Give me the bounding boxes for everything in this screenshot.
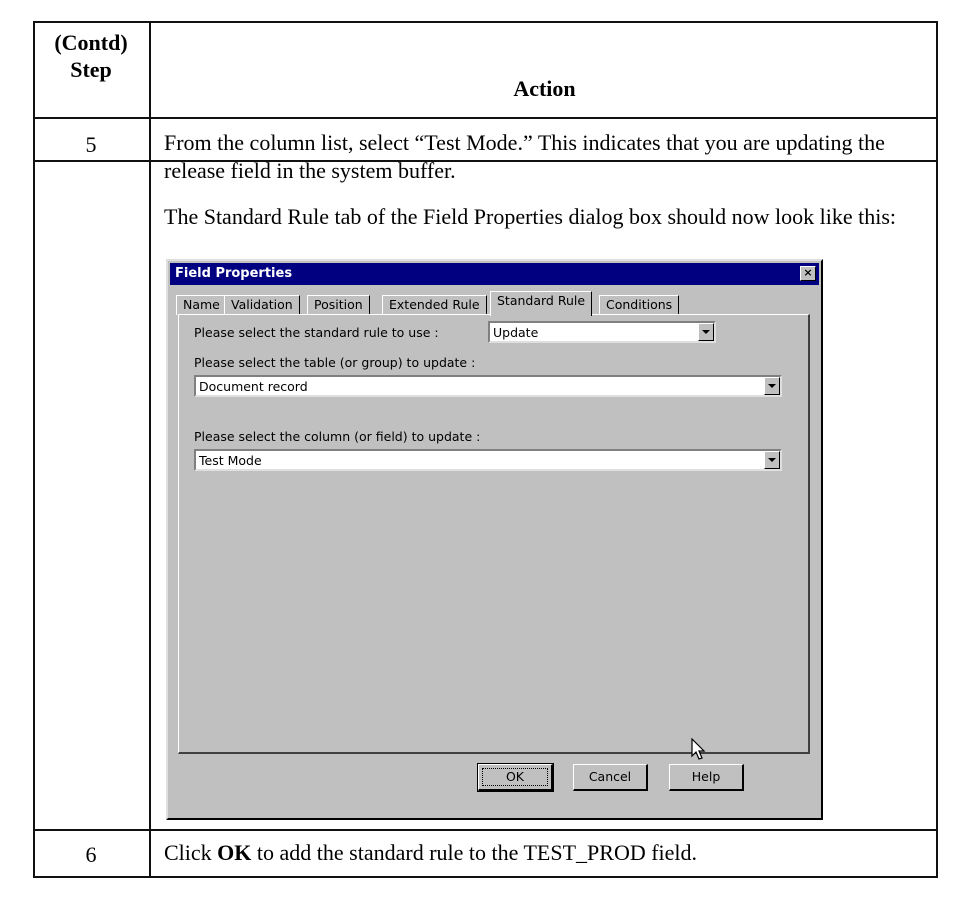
header-divider bbox=[33, 117, 938, 119]
column-select-label: Please select the column (or field) to u… bbox=[194, 429, 481, 444]
tab-name[interactable]: Name bbox=[176, 295, 227, 315]
dialog-title-bar[interactable]: Field Properties × bbox=[170, 263, 819, 285]
step-6-instruction: Click OK to add the standard rule to the… bbox=[164, 839, 924, 867]
step-header-line1: (Contd) bbox=[54, 30, 128, 55]
tab-conditions[interactable]: Conditions bbox=[599, 295, 680, 315]
rule-dropdown[interactable]: Update bbox=[488, 321, 716, 343]
step-column-header: (Contd) Step bbox=[33, 29, 149, 83]
rule-select-label: Please select the standard rule to use : bbox=[194, 325, 439, 340]
table-dropdown[interactable]: Document record bbox=[194, 375, 782, 397]
standard-rule-panel: Please select the standard rule to use :… bbox=[178, 314, 810, 754]
tab-standard-rule[interactable]: Standard Rule bbox=[490, 291, 593, 316]
tab-extended-rule[interactable]: Extended Rule bbox=[382, 295, 487, 315]
table-border-bottom bbox=[33, 876, 938, 878]
table-border-top bbox=[33, 21, 938, 23]
help-button[interactable]: Help bbox=[669, 764, 744, 791]
step-number-6: 6 bbox=[85, 842, 97, 867]
dropdown-arrow-icon[interactable] bbox=[764, 377, 780, 395]
field-properties-dialog: Field Properties × Name Validation Posit… bbox=[166, 259, 823, 820]
tab-validation[interactable]: Validation bbox=[224, 295, 300, 315]
step-6-text-start: Click bbox=[164, 840, 218, 865]
step-5-instruction: From the column list, select “Test Mode.… bbox=[164, 130, 885, 183]
step-number-5: 5 bbox=[85, 132, 97, 157]
table-select-label: Please select the table (or group) to up… bbox=[194, 355, 476, 370]
step-5-note: The Standard Rule tab of the Field Prope… bbox=[164, 204, 897, 229]
mouse-pointer-icon bbox=[691, 738, 706, 760]
table-dropdown-value: Document record bbox=[199, 379, 308, 394]
row-divider bbox=[33, 829, 938, 831]
table-border-right bbox=[936, 21, 938, 878]
tab-position[interactable]: Position bbox=[307, 295, 370, 315]
dropdown-arrow-icon[interactable] bbox=[698, 323, 714, 341]
close-icon[interactable]: × bbox=[800, 266, 816, 281]
column-dropdown-value: Test Mode bbox=[199, 453, 262, 468]
rule-dropdown-value: Update bbox=[493, 325, 539, 340]
column-dropdown[interactable]: Test Mode bbox=[194, 449, 782, 471]
cancel-button[interactable]: Cancel bbox=[573, 764, 648, 791]
step-6-ok-bold: OK bbox=[217, 840, 252, 865]
ok-button[interactable]: OK bbox=[477, 763, 554, 792]
dialog-title: Field Properties bbox=[175, 266, 293, 281]
column-divider bbox=[149, 21, 151, 878]
step-6-text-end: to add the standard rule to the TEST_PRO… bbox=[251, 840, 698, 865]
dropdown-arrow-icon[interactable] bbox=[764, 451, 780, 469]
ok-focus-ring bbox=[482, 768, 548, 786]
step-header-line2: Step bbox=[70, 57, 112, 82]
action-column-header: Action bbox=[513, 76, 576, 101]
